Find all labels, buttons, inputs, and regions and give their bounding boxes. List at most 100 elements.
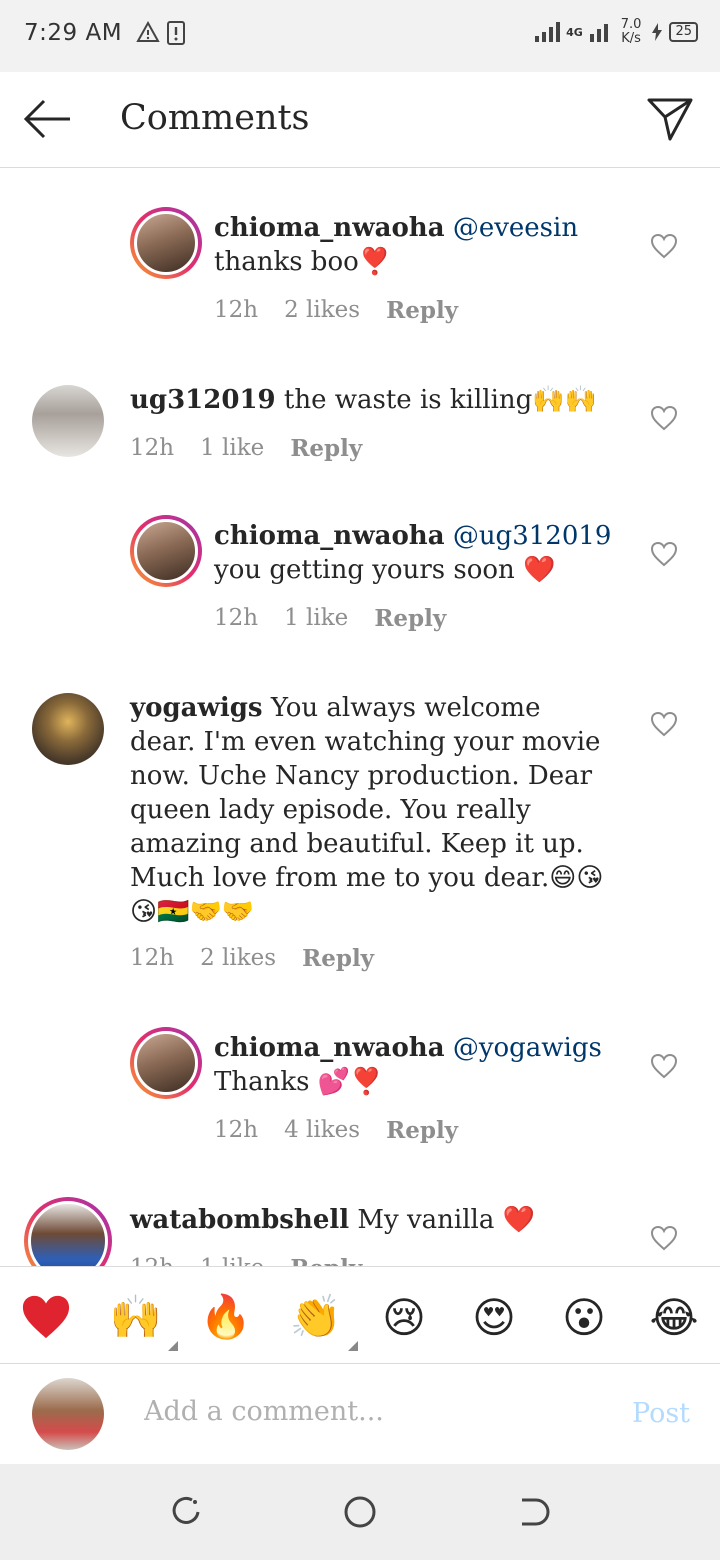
like-heart-icon[interactable] — [650, 711, 678, 737]
comment-emoji: 😄😘 — [549, 863, 604, 893]
comment: yogawigs You always welcome dear. I'm ev… — [0, 689, 720, 989]
comment-text: yogawigs You always welcome dear. I'm ev… — [130, 691, 640, 929]
like-heart-icon[interactable] — [650, 1053, 678, 1079]
like-heart-icon[interactable] — [650, 541, 678, 567]
comment-username[interactable]: chioma_nwaoha — [214, 521, 445, 551]
comment-likes[interactable]: 2 likes — [284, 297, 360, 324]
comment-meta: 12h 2 likes Reply — [214, 297, 458, 324]
comment-likes[interactable]: 1 like — [200, 435, 264, 462]
comment-mention[interactable]: @eveesin — [453, 213, 578, 243]
comment-emoji: ❤️ — [502, 1205, 536, 1235]
comment-likes[interactable]: 1 like — [200, 1255, 264, 1266]
fire-icon: 🔥 — [199, 1292, 253, 1341]
comment-text: ug312019 the waste is killing🙌🙌 — [130, 383, 630, 417]
comment-body: the waste is killing — [283, 385, 533, 415]
red-heart-icon — [22, 1295, 70, 1339]
comment-time: 12h — [214, 605, 259, 631]
comment-mention[interactable]: @yogawigs — [453, 1033, 602, 1063]
back-nav-icon[interactable] — [516, 1494, 552, 1530]
comment-meta: 12h 4 likes Reply — [214, 1117, 458, 1144]
avatar[interactable] — [32, 385, 104, 457]
direct-send-icon[interactable] — [646, 96, 694, 142]
avatar[interactable] — [130, 515, 202, 587]
comment-text: chioma_nwaoha @yogawigs Thanks 💕❣️ — [214, 1031, 634, 1099]
comment-reply: chioma_nwaoha @yogawigs Thanks 💕❣️ 12h 4… — [0, 1025, 720, 1165]
recent-apps-icon[interactable] — [168, 1494, 204, 1530]
current-user-avatar — [32, 1378, 104, 1450]
comment-username[interactable]: ug312019 — [130, 385, 276, 415]
skin-tone-indicator — [348, 1341, 358, 1351]
comment-meta: 12h 1 like Reply — [214, 605, 446, 632]
comment-body-line: now. Uche Nancy production. Dear — [130, 761, 593, 791]
comment-time: 12h — [130, 1255, 174, 1266]
avatar[interactable] — [130, 207, 202, 279]
charging-bolt-icon — [652, 23, 663, 41]
comment-meta: 12h 2 likes Reply — [130, 945, 374, 972]
comment-likes[interactable]: 1 like — [284, 605, 348, 632]
back-arrow-icon[interactable] — [22, 98, 72, 140]
comment: watabombshell My vanilla ❤️ 12h 1 like R… — [0, 1197, 720, 1266]
comment-username[interactable]: yogawigs — [130, 693, 263, 723]
surprised-face-icon: 😮 — [562, 1292, 606, 1342]
comment-body: you getting yours soon — [214, 555, 515, 585]
status-notification-icons — [136, 20, 186, 46]
warning-triangle-icon — [136, 20, 160, 42]
comment-body-line: You always welcome — [270, 693, 541, 723]
comment-emoji: 💕❣️ — [317, 1067, 383, 1097]
like-heart-icon[interactable] — [650, 405, 678, 431]
comment-emoji: 🙌🙌 — [532, 385, 598, 415]
comment-username[interactable]: watabombshell — [130, 1205, 349, 1235]
comments-list[interactable]: chioma_nwaoha @eveesin thanks boo❣️ 12h … — [0, 169, 720, 1266]
comment-meta: 12h 1 like Reply — [130, 1255, 362, 1266]
comment: ug312019 the waste is killing🙌🙌 12h 1 li… — [0, 381, 720, 491]
comment-text: chioma_nwaoha @ug312019 you getting your… — [214, 519, 634, 587]
reply-button[interactable]: Reply — [374, 605, 446, 632]
reply-button[interactable]: Reply — [290, 1255, 362, 1266]
comment-likes[interactable]: 4 likes — [284, 1117, 360, 1144]
emoji-quick-bar: 🙌 🔥 👏 😢 😍 😮 😂 — [0, 1266, 720, 1364]
comment-input[interactable] — [144, 1396, 604, 1427]
comment-mention[interactable]: @ug312019 — [453, 521, 612, 551]
emoji-heart-button[interactable] — [18, 1289, 74, 1345]
like-heart-icon[interactable] — [650, 233, 678, 259]
comment-body: My vanilla — [357, 1205, 495, 1235]
comment-emoji: ❤️ — [523, 555, 556, 585]
reply-button[interactable]: Reply — [302, 945, 374, 972]
reply-button[interactable]: Reply — [386, 1117, 458, 1144]
avatar[interactable] — [130, 1027, 202, 1099]
emoji-raised-hands-button[interactable]: 🙌 — [108, 1289, 178, 1351]
comment-time: 12h — [130, 435, 175, 461]
status-bar: 7:29 AM 4G 7.0 K/s 25 — [0, 0, 720, 72]
emoji-crying-button[interactable]: 😢 — [376, 1289, 432, 1345]
comment-meta: 12h 1 like Reply — [130, 435, 362, 462]
reply-button[interactable]: Reply — [290, 435, 362, 462]
status-time: 7:29 AM — [24, 20, 123, 46]
emoji-fire-button[interactable]: 🔥 — [198, 1289, 254, 1345]
comment-time: 12h — [130, 945, 175, 971]
comments-header: Comments — [0, 72, 720, 168]
comment-likes[interactable]: 2 likes — [200, 945, 276, 972]
comment-time: 12h — [214, 297, 259, 323]
emoji-laughing-button[interactable]: 😂 — [646, 1289, 702, 1345]
comment-username[interactable]: chioma_nwaoha — [214, 213, 445, 243]
emoji-clap-button[interactable]: 👏 — [288, 1289, 358, 1351]
like-heart-icon[interactable] — [650, 1225, 678, 1251]
post-button[interactable]: Post — [632, 1398, 690, 1429]
page-title: Comments — [120, 98, 310, 138]
home-icon[interactable] — [342, 1494, 378, 1530]
comment-time: 12h — [214, 1117, 259, 1143]
reply-button[interactable]: Reply — [386, 297, 458, 324]
avatar[interactable] — [32, 693, 104, 765]
raised-hands-icon: 🙌 — [109, 1292, 163, 1341]
clapping-hands-icon: 👏 — [289, 1292, 343, 1341]
avatar[interactable] — [24, 1197, 112, 1266]
comment-reply: chioma_nwaoha @eveesin thanks boo❣️ 12h … — [0, 205, 720, 345]
emoji-surprised-button[interactable]: 😮 — [556, 1289, 612, 1345]
comment-text: chioma_nwaoha @eveesin thanks boo❣️ — [214, 211, 634, 279]
comment-username[interactable]: chioma_nwaoha — [214, 1033, 445, 1063]
comment-text: watabombshell My vanilla ❤️ — [130, 1203, 630, 1237]
crying-face-icon: 😢 — [382, 1292, 426, 1342]
emoji-heart-eyes-button[interactable]: 😍 — [466, 1289, 522, 1345]
heart-eyes-icon: 😍 — [472, 1292, 516, 1342]
comment-compose-bar: Post — [0, 1364, 720, 1464]
